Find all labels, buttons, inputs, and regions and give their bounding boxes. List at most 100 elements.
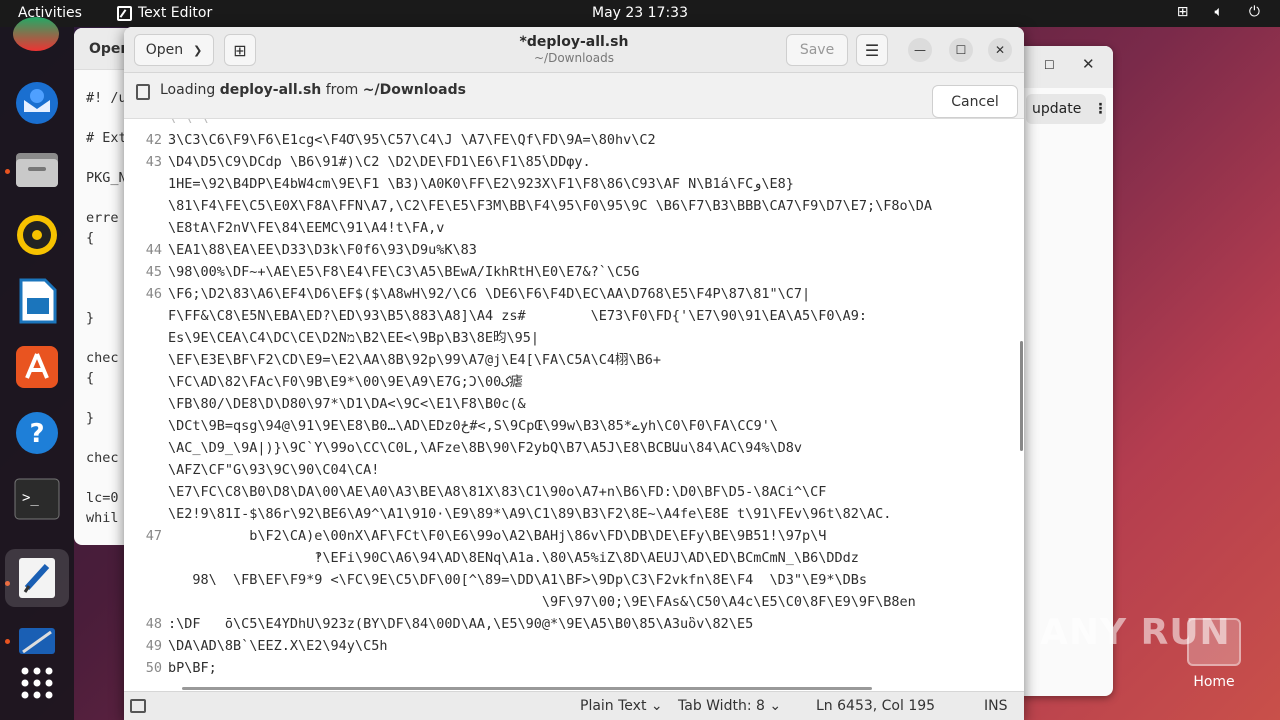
chrome-icon[interactable] <box>13 17 59 51</box>
line-text: 1HE=\92\B4DP\E4bW4cm\9E\F1 \B3)\A0K0\FF\… <box>168 176 794 192</box>
line-text: \DCt\9B=qsg\94@\91\9E\E8\B0…\AD\EDzځ0#<,… <box>168 418 778 434</box>
header-bar: Open ❯ ⊞ *deploy-all.sh ~/Downloads Save… <box>124 27 1024 73</box>
terminal-icon[interactable]: >_ <box>13 475 61 523</box>
line-number: 50 <box>145 660 162 676</box>
line-text: ‽\EFi\90C\A6\94\AD\8ENq\A1a.\80\A5%iZ\8D… <box>168 550 859 566</box>
cancel-button[interactable]: Cancel <box>932 85 1018 118</box>
text-line: 47 b\F2\CA)e\00nX\AF\FCt\F0\E6\99o\A2\BA… <box>124 525 1024 547</box>
side-panel-icon[interactable] <box>130 699 146 713</box>
text-line: \9F\97\00;\9E\FAs&\C50\A4c\E5\C0\8F\E9\9… <box>124 591 1024 613</box>
line-text: \AC_\D9_\9A|)}\9C`Y\99o\CC\C0L,\AFze\8B\… <box>168 440 802 456</box>
home-desktop-icon[interactable]: Home <box>1184 618 1244 690</box>
power-icon: ⏻ <box>1248 4 1260 20</box>
document-path: ~/Downloads <box>534 51 614 65</box>
line-number: 43 <box>145 154 162 170</box>
text-line: 44 \EA1\88\EA\EE\D33\D3k\F0f6\93\D9u%K\83 <box>124 239 1024 261</box>
home-folder-icon <box>1187 618 1241 666</box>
svg-text:?: ? <box>29 419 44 449</box>
line-text: \D4\D5\C9\DCdp \B6\91#)\C2 \D2\DE\FD1\E6… <box>168 154 591 170</box>
top-bar: Activities Text Editor May 23 17:33 ⊞ 🔈︎… <box>0 0 1280 27</box>
line-number: 47 <box>145 528 162 544</box>
files-icon[interactable] <box>13 145 61 193</box>
svg-text:>_: >_ <box>22 490 39 506</box>
thunderbird-icon[interactable] <box>13 79 61 127</box>
text-line: ‽\EFi\90C\A6\94\AD\8ENq\A1a.\80\A5%iZ\8D… <box>124 547 1024 569</box>
window-header <box>1022 46 1113 88</box>
software-center-icon[interactable] <box>13 343 61 391</box>
text-editor-window: Open ❯ ⊞ *deploy-all.sh ~/Downloads Save… <box>124 27 1024 720</box>
text-view[interactable]: \ \ \ 42 3\C3\C6\F9\F6\E1cg<\F4Ơ\95\C57\C… <box>124 119 1024 691</box>
text-line: \DCt\9B=qsg\94@\91\9E\E8\B0…\AD\EDzځ0#<,… <box>124 415 1024 437</box>
text-line: F\FF&\C8\E5N\EBA\ED?\ED\93\B5\883\A8]\A4… <box>124 305 1024 327</box>
line-text: \AFZ\CF"G\93\9C\90\C04\CA! <box>168 462 380 478</box>
screenshot-icon[interactable] <box>13 617 61 665</box>
line-text: \EA1\88\EA\EE\D33\D3k\F0f6\93\D9u%K\83 <box>168 242 477 258</box>
text-line: \FC\AD\82\FAc\F0\9B\E9*\00\9E\A9\E7G;Ɔ\0… <box>124 371 1024 393</box>
text-line: \FB\80/\DE8\D\D80\97*\D1\DA<\9C<\E1\F8\B… <box>124 393 1024 415</box>
text-line: 1HE=\92\B4DP\E4bW4cm\9E\F1 \B3)\A0K0\FF\… <box>124 173 1024 195</box>
hamburger-icon: ☰ <box>864 40 880 60</box>
minimize-icon: — <box>914 43 926 57</box>
line-text: \DA\AD\8B`\EEZ.X\E2\94y\C5h <box>168 638 388 654</box>
line-text: \E2!9\81I-$\86r\92\BE6\A9^\A1\910·\E9\89… <box>168 506 892 522</box>
dock: ? >_ <box>0 17 74 720</box>
text-line: 45 \98\00%\DF~+\AE\E5\F8\E4\FE\C3\A5\BEwA… <box>124 261 1024 283</box>
line-number: 45 <box>145 264 162 280</box>
vertical-scrollbar[interactable] <box>1020 341 1023 451</box>
tab-width-selector[interactable]: Tab Width: 8 ⌄ <box>678 698 781 714</box>
close-icon: ✕ <box>994 43 1006 57</box>
text-line: 46 \F6;\D2\83\A6\EF4\D6\EF$($\A8wH\92/\C6… <box>124 283 1024 305</box>
line-text: 3\C3\C6\F9\F6\E1cg<\F4Ơ\95\C57\C4\J \A7\… <box>168 132 656 148</box>
menu-button[interactable]: ☰ <box>856 34 888 66</box>
line-number: 44 <box>145 242 162 258</box>
network-icon: ⊞ <box>1176 4 1189 20</box>
update-button[interactable]: update ⋮ <box>1026 94 1107 124</box>
help-icon[interactable]: ? <box>13 409 61 457</box>
background-window-right[interactable]: ☐ ✕ update ⋮ <box>1022 46 1113 696</box>
text-line: \AFZ\CF"G\93\9C\90\C04\CA! <box>124 459 1024 481</box>
app-name: Text Editor <box>138 5 213 21</box>
app-menu[interactable]: Text Editor <box>117 5 212 21</box>
clipped-line: \ \ \ <box>124 119 1024 129</box>
text-line: \E2!9\81I-$\86r\92\BE6\A9^\A1\910·\E9\89… <box>124 503 1024 525</box>
text-line: \E7\FC\C8\B0\D8\DA\00\AE\A0\A3\BE\A8\81X… <box>124 481 1024 503</box>
maximize-button[interactable]: ☐ <box>949 38 973 62</box>
rhythmbox-icon[interactable] <box>13 211 61 259</box>
maximize-icon: ☐ <box>955 43 967 57</box>
text-line: 50 bP\BF; <box>124 657 1024 679</box>
loading-info-bar: Loading deploy-all.sh from ~/Downloads C… <box>124 73 1024 164</box>
line-text: \98\00%\DF~+\AE\E5\F8\E4\FE\C3\A5\BEwA/I… <box>168 264 640 280</box>
cursor-position[interactable]: Ln 6453, Col 195 <box>816 698 935 714</box>
language-selector[interactable]: Plain Text ⌄ <box>580 698 663 714</box>
horizontal-scrollbar[interactable] <box>182 687 872 690</box>
line-text: 98\ \FB\EF\F9*9 <\FC\9E\C5\DF\00[^\89=\D… <box>168 572 867 588</box>
update-label: update <box>1032 101 1082 117</box>
line-text: \81\F4\FE\C5\E0X\F8A\FFN\A7,\C2\FE\E5\F3… <box>168 198 933 214</box>
text-line: \AC_\D9_\9A|)}\9C`Y\99o\CC\C0L,\AFze\8B\… <box>124 437 1024 459</box>
line-text: F\FF&\C8\E5N\EBA\ED?\ED\93\B5\883\A8]\A4… <box>168 308 867 324</box>
line-text: Es\9E\CEA\C4\DC\CE\D2Nמ\B2\EE<\9Bp\B3\8E… <box>168 330 540 346</box>
text-editor-dock-icon[interactable] <box>5 549 69 607</box>
text-line: 98\ \FB\EF\F9*9 <\FC\9E\C5\DF\00[^\89=\D… <box>124 569 1024 591</box>
document-icon <box>136 84 150 100</box>
text-line: 43 \D4\D5\C9\DCdp \B6\91#)\C2 \D2\DE\FD1\… <box>124 151 1024 173</box>
text-line: 49 \DA\AD\8B`\EEZ.X\E2\94y\C5h <box>124 635 1024 657</box>
show-apps-icon[interactable] <box>13 659 61 707</box>
maximize-icon[interactable]: ☐ <box>1044 58 1055 72</box>
minimize-button[interactable]: — <box>908 38 932 62</box>
volume-icon: 🔈︎ <box>1214 4 1223 20</box>
system-tray[interactable]: ⊞ 🔈︎ ⏻ <box>1177 4 1260 20</box>
text-line: \EF\E3E\BF\F2\CD\E9=\E2\AA\8B\92p\99\A7@… <box>124 349 1024 371</box>
text-line: 48:\DF ō\C5\E4YDhU\923z(BY\DF\84\00D\AA,… <box>124 613 1024 635</box>
libreoffice-writer-icon[interactable] <box>13 277 61 325</box>
home-label: Home <box>1193 674 1235 690</box>
text-line: 42 3\C3\C6\F9\F6\E1cg<\F4Ơ\95\C57\C4\J \A… <box>124 129 1024 151</box>
text-editor-icon <box>117 5 132 21</box>
line-number: 49 <box>145 638 162 654</box>
line-number: 42 <box>145 132 162 148</box>
text-line: \E8tA\F2nV\FE\84\EEMC\91\A4!t\FA,v <box>124 217 1024 239</box>
line-text: :\DF ō\C5\E4YDhU\923z(BY\DF\84\00D\AA,\E… <box>168 616 754 632</box>
close-icon[interactable]: ✕ <box>1082 55 1095 73</box>
close-button[interactable]: ✕ <box>988 38 1012 62</box>
save-button[interactable]: Save <box>786 34 848 66</box>
